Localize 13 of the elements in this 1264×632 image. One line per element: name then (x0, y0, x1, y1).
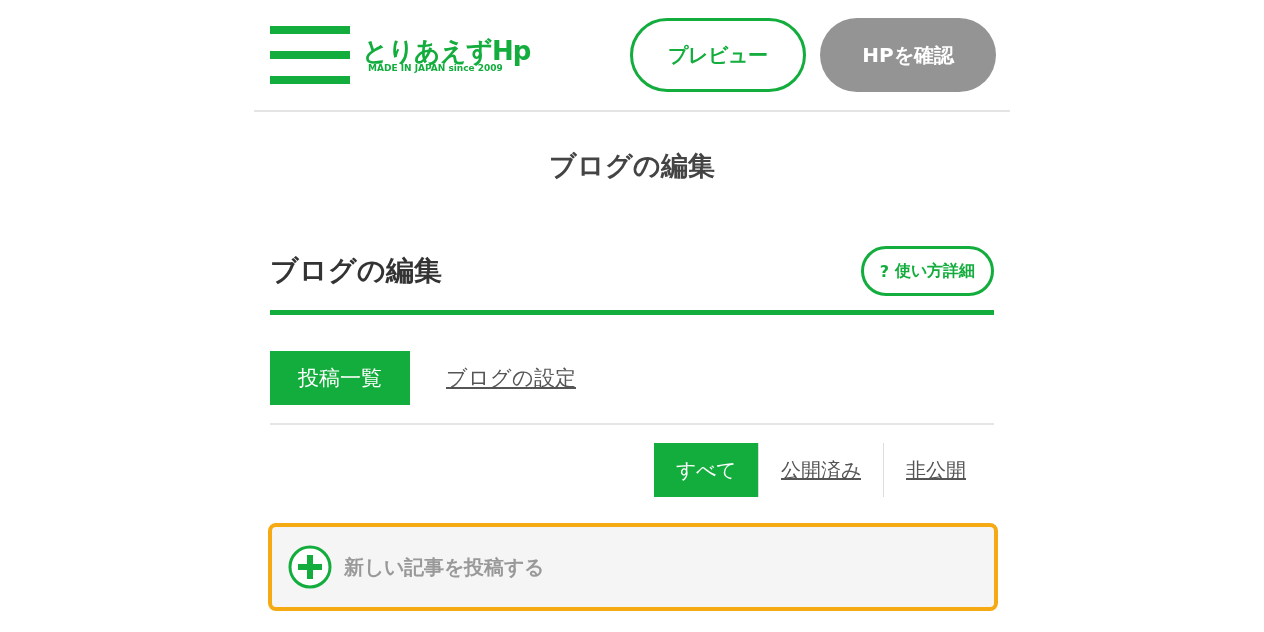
filter-tab[interactable]: 公開済み (758, 443, 883, 497)
menu-icon[interactable] (270, 26, 350, 84)
tab[interactable]: ブログの設定 (446, 351, 576, 405)
page-title: ブログの編集 (548, 149, 716, 183)
preview-button[interactable]: プレビュー (630, 18, 806, 92)
tab[interactable]: 投稿一覧 (270, 351, 410, 405)
help-button[interactable]: ? 使い方詳細 (860, 246, 994, 296)
plus-circle-icon (288, 545, 332, 589)
section-title: ブログの編集 (270, 253, 442, 289)
filter-tab[interactable]: 非公開 (883, 443, 988, 497)
filter-tab[interactable]: すべて (654, 443, 758, 497)
logo-title: とりあえずHp (362, 37, 531, 64)
new-post-button[interactable]: 新しい記事を投稿する (268, 523, 998, 611)
